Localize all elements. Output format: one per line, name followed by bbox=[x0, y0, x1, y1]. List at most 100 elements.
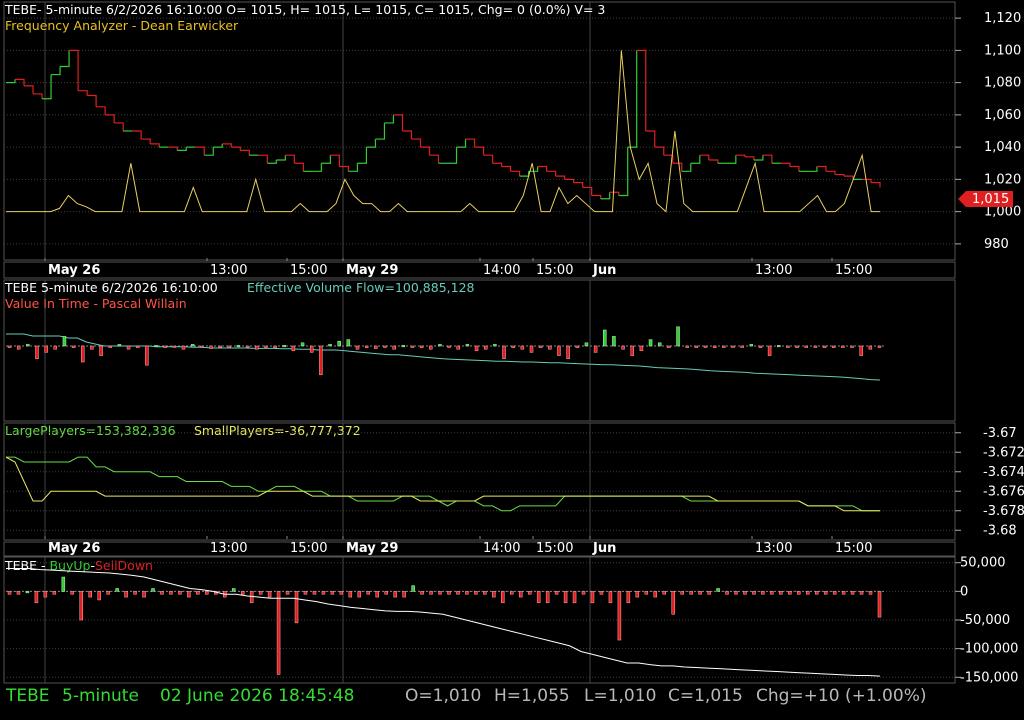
x-tick-label: 15:00 bbox=[835, 541, 872, 556]
volume-flow-series bbox=[6, 326, 886, 381]
buyup-selldown-bar bbox=[142, 591, 146, 598]
value-in-time-bar bbox=[346, 339, 351, 347]
status-change: Chg=+10 (+1.00%) bbox=[756, 686, 927, 706]
value-in-time-bar bbox=[273, 345, 277, 348]
buyup-selldown-bar bbox=[456, 591, 460, 595]
value-in-time-bar bbox=[612, 336, 616, 347]
price-panel[interactable]: TEBE- 5-minute 6/2/2026 16:10:00 O= 1015… bbox=[4, 2, 1021, 252]
buyup-selldown-bar bbox=[689, 591, 693, 595]
buyup-selldown-bar bbox=[868, 591, 873, 595]
y-tick-label: -3.678 bbox=[983, 504, 1024, 519]
value-in-time-bar bbox=[676, 326, 680, 347]
x-tick-label: 14:00 bbox=[483, 263, 520, 278]
value-in-time-bar bbox=[712, 345, 717, 348]
value-in-time-bar bbox=[181, 345, 186, 350]
price-step bbox=[636, 49, 647, 131]
value-in-time-bar bbox=[502, 345, 506, 360]
buyup-selldown-bar bbox=[52, 591, 57, 595]
buyup-selldown-bar bbox=[734, 591, 738, 595]
value-in-time-bar bbox=[456, 345, 460, 350]
x-tick-label: 13:00 bbox=[755, 541, 792, 556]
price-step bbox=[789, 165, 800, 172]
x-tick-label: May 29 bbox=[346, 263, 398, 278]
price-step bbox=[753, 155, 764, 161]
buyup-selldown-bar bbox=[599, 591, 604, 595]
price-step bbox=[591, 194, 602, 199]
selldown-label: SellDown bbox=[95, 558, 153, 573]
value-in-time-bar bbox=[309, 345, 314, 353]
price-step bbox=[744, 156, 755, 161]
x-tick-label: May 26 bbox=[48, 541, 100, 556]
buyup-selldown-bar bbox=[617, 591, 622, 641]
x-tick-label: Jun bbox=[592, 263, 616, 278]
value-in-time-bar bbox=[319, 345, 323, 376]
players-panel[interactable]: LargePlayers=153,382,336 SmallPlayers=-3… bbox=[4, 423, 1024, 538]
value-in-time-bar bbox=[731, 345, 735, 348]
value-in-time-bar bbox=[850, 345, 854, 348]
value-in-time-bar bbox=[685, 345, 689, 348]
price-step bbox=[276, 155, 286, 161]
value-in-time-bar bbox=[630, 345, 634, 356]
value-in-time-bar bbox=[62, 336, 67, 347]
value-in-time-bar bbox=[401, 345, 406, 348]
price-step bbox=[6, 79, 16, 84]
value-in-time-bar bbox=[99, 345, 103, 356]
buyup-selldown-bar bbox=[465, 591, 469, 595]
x-axis-middle: May 26 13:00 15:00 May 29 14:00 15:00 Jun 13:00… bbox=[44, 536, 872, 556]
buyup-selldown-panel[interactable]: TEBE - BuyUp-SellDown 50,000 0 -50,000 -100… bbox=[4, 556, 1018, 686]
price-step bbox=[465, 138, 476, 148]
x-tick-label: May 26 bbox=[48, 263, 100, 278]
price-step bbox=[618, 147, 629, 197]
price-step bbox=[114, 122, 124, 131]
buyup-selldown-bar bbox=[716, 588, 720, 592]
value-in-time-bar bbox=[529, 345, 534, 353]
price-step bbox=[132, 130, 142, 140]
value-in-time-bar bbox=[255, 345, 259, 350]
price-step bbox=[609, 191, 620, 196]
buyup-selldown-bar bbox=[474, 591, 478, 595]
value-in-time-bar bbox=[786, 345, 790, 348]
volume-flow-panel[interactable]: TEBE 5-minute 6/2/2026 16:10:00 Effectiv… bbox=[4, 280, 886, 381]
value-in-time-bar bbox=[264, 345, 268, 348]
x-tick-label: 15:00 bbox=[536, 263, 573, 278]
price-step bbox=[204, 147, 214, 156]
value-in-time-bar bbox=[877, 345, 882, 348]
buyup-selldown-bar bbox=[348, 591, 353, 598]
value-in-time-bar bbox=[777, 345, 781, 348]
price-step bbox=[384, 114, 395, 124]
price-step bbox=[195, 146, 205, 156]
price-step bbox=[231, 146, 241, 151]
value-in-time-bar bbox=[419, 345, 424, 348]
value-in-time-bar bbox=[447, 345, 451, 348]
y-tick-label: -3.676 bbox=[983, 484, 1024, 499]
buyup-selldown-bar bbox=[339, 591, 344, 595]
value-in-time-bar bbox=[603, 329, 607, 347]
price-series bbox=[6, 49, 881, 213]
y-tick-label: 1,080 bbox=[984, 76, 1021, 91]
buyup-selldown-bar bbox=[106, 591, 110, 595]
price-step bbox=[141, 138, 151, 144]
buyup-selldown-bar bbox=[312, 591, 317, 595]
buyup-selldown-bar bbox=[797, 591, 801, 595]
price-step bbox=[780, 162, 791, 167]
buyup-selldown-bar bbox=[321, 591, 326, 595]
buyup-selldown-bar bbox=[501, 591, 505, 604]
buyup-selldown-bar bbox=[178, 591, 182, 595]
value-in-time-bar bbox=[300, 342, 305, 347]
buyup-selldown-header: TEBE - BuyUp-SellDown bbox=[4, 558, 153, 573]
buyup-selldown-bar bbox=[563, 591, 568, 604]
value-in-time-bar bbox=[190, 344, 195, 347]
buyup-selldown-bar bbox=[258, 591, 263, 595]
value-in-time-bar bbox=[841, 345, 845, 348]
price-step bbox=[105, 114, 115, 123]
price-step bbox=[168, 146, 178, 151]
last-price-marker: 1,015 bbox=[958, 191, 1013, 207]
price-step bbox=[267, 160, 277, 164]
value-in-time-bar bbox=[35, 345, 39, 360]
players-axis-ticks: -3.67 -3.672 -3.674 -3.676 -3.678 -3.68 bbox=[4, 426, 1024, 538]
status-open: O=1,010 bbox=[405, 686, 482, 706]
value-in-time-bar bbox=[154, 345, 158, 348]
price-step bbox=[672, 162, 683, 172]
buyup-selldown-bar bbox=[635, 591, 640, 598]
price-step bbox=[834, 173, 845, 177]
